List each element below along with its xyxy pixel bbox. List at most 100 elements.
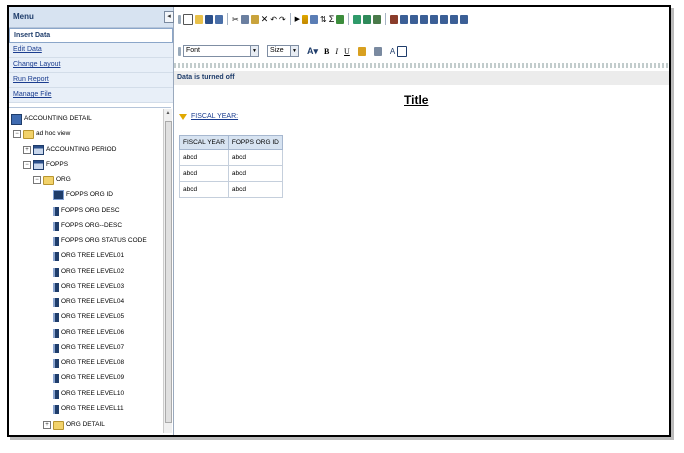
tree-node-org-detail[interactable]: + ORG DETAIL: [43, 418, 105, 432]
filter-label[interactable]: FISCAL YEAR:: [191, 113, 238, 120]
paste-icon[interactable]: [250, 14, 259, 24]
bold-button[interactable]: B: [324, 47, 329, 56]
tree-field[interactable]: FOPPS ORG ID: [53, 188, 113, 202]
condition-icon[interactable]: [310, 14, 319, 24]
fill-color-icon[interactable]: [357, 46, 366, 56]
expand-icon[interactable]: +: [43, 421, 51, 429]
scrollbar-thumb[interactable]: [165, 121, 172, 423]
left-panel: Menu ◂ Insert Data Edit Data Change Layo…: [9, 7, 174, 435]
field-icon: [53, 236, 59, 246]
tree-node-view[interactable]: − ad hoc view: [13, 127, 70, 141]
field-icon: [53, 251, 59, 261]
group-icon[interactable]: [353, 14, 362, 24]
table-icon: [33, 145, 44, 155]
tree-field[interactable]: ORG TREE LEVEL10: [53, 387, 124, 401]
align-icon[interactable]: A: [390, 47, 395, 56]
grid-icon[interactable]: [440, 14, 449, 24]
tree-node-accounting-period[interactable]: + ACCOUNTING PERIOD: [23, 143, 116, 157]
scroll-up-icon[interactable]: ▲: [164, 109, 172, 117]
column-header[interactable]: FOPPS ORG ID: [227, 135, 283, 150]
font-color-icon[interactable]: A▾: [307, 46, 318, 56]
save-as-icon[interactable]: [215, 14, 223, 24]
save-icon[interactable]: [205, 14, 213, 24]
table-cell: abcd: [179, 149, 229, 166]
tree-field[interactable]: FOPPS ORG--DESC: [53, 219, 122, 233]
tree-root-label: ACCOUNTING DETAIL: [24, 115, 92, 122]
status-bar: Data is turned off: [174, 71, 669, 85]
table-cell: abcd: [227, 149, 283, 166]
cut-icon[interactable]: ✂: [232, 15, 239, 24]
collapse-icon[interactable]: −: [33, 176, 41, 184]
tree-node-org[interactable]: − ORG: [33, 173, 71, 187]
copy-icon[interactable]: [240, 14, 249, 24]
undo-icon[interactable]: ↶: [270, 15, 277, 24]
menu-item-run-report[interactable]: Run Report: [9, 73, 173, 88]
tree-node-label: ORG: [56, 176, 71, 183]
tree-field[interactable]: ORG TREE LEVEL05: [53, 310, 124, 324]
chart-icon[interactable]: [390, 14, 399, 24]
tree-field[interactable]: FOPPS ORG STATUS CODE: [53, 234, 147, 248]
tree-field[interactable]: ORG TREE LEVEL06: [53, 326, 124, 340]
table-cell: abcd: [179, 181, 229, 198]
tree-field[interactable]: ORG TREE LEVEL08: [53, 356, 124, 370]
footer-icon[interactable]: [430, 14, 439, 24]
tree-field-label: FOPPS ORG DESC: [61, 207, 120, 214]
ungroup-icon[interactable]: [363, 14, 372, 24]
tree-node-label: ORG DETAIL: [66, 421, 105, 428]
font-select-value: Font: [186, 47, 201, 54]
table-icon: [33, 160, 44, 170]
delete-icon[interactable]: ✕: [261, 14, 269, 24]
drill-icon[interactable]: [460, 14, 469, 24]
tree-field-label: ORG TREE LEVEL08: [61, 359, 125, 366]
layout-icon[interactable]: [400, 14, 409, 24]
tree-scrollbar[interactable]: ▲: [163, 109, 172, 433]
field-icon: [53, 282, 59, 292]
underline-button[interactable]: U: [344, 47, 350, 56]
separator: [289, 13, 291, 25]
column-header[interactable]: FISCAL YEAR: [179, 135, 229, 150]
menu-header: Menu: [9, 7, 173, 28]
tree-node-fopps[interactable]: − FOPPS: [23, 158, 68, 172]
new-icon[interactable]: [183, 13, 193, 25]
header-icon[interactable]: [420, 14, 429, 24]
expand-icon[interactable]: +: [23, 146, 31, 154]
tree-field[interactable]: ORG TREE LEVEL01: [53, 249, 124, 263]
collapse-icon[interactable]: −: [23, 161, 31, 169]
tree-field-label: ORG TREE LEVEL07: [61, 344, 125, 351]
run-icon[interactable]: ▶: [295, 15, 300, 24]
border-icon[interactable]: [373, 46, 382, 56]
menu-item-edit-data[interactable]: Edit Data: [9, 43, 173, 58]
menu-item-manage-file[interactable]: Manage File: [9, 88, 173, 103]
tree-field[interactable]: ORG TREE LEVEL09: [53, 371, 124, 385]
filter-icon[interactable]: [302, 14, 309, 24]
menu-item-insert-data[interactable]: Insert Data: [9, 28, 173, 43]
italic-button[interactable]: I: [335, 47, 338, 56]
menu-item-change-layout[interactable]: Change Layout: [9, 58, 173, 73]
collapse-panel-button[interactable]: ◂: [164, 11, 174, 23]
calculation-icon[interactable]: [336, 14, 345, 24]
subtotal-icon[interactable]: [373, 14, 382, 24]
open-icon[interactable]: [195, 14, 203, 24]
tree-field[interactable]: ORG TREE LEVEL07: [53, 341, 124, 355]
font-select[interactable]: Font ▼: [183, 45, 259, 57]
dropdown-arrow-icon[interactable]: ▼: [250, 46, 258, 56]
redo-icon[interactable]: ↷: [279, 15, 286, 24]
report-title[interactable]: Title: [404, 93, 428, 107]
tree-field[interactable]: FOPPS ORG DESC: [53, 204, 120, 218]
page-setup-icon[interactable]: [410, 14, 419, 24]
sort-icon[interactable]: ⇅: [320, 15, 327, 24]
dropdown-arrow-icon[interactable]: ▼: [290, 46, 298, 56]
tree-field[interactable]: ORG TREE LEVEL03: [53, 280, 124, 294]
tree-field[interactable]: ORG TREE LEVEL02: [53, 265, 124, 279]
sum-icon[interactable]: Σ: [329, 14, 335, 24]
tree-field[interactable]: ORG TREE LEVEL04: [53, 295, 124, 309]
collapse-icon[interactable]: −: [13, 130, 21, 138]
tree-node-label: ad hoc view: [36, 130, 71, 137]
tree-root[interactable]: ACCOUNTING DETAIL: [11, 112, 92, 126]
table-format-icon[interactable]: [397, 45, 408, 57]
tree-field[interactable]: ORG TREE LEVEL11: [53, 402, 124, 416]
filter-link[interactable]: FISCAL YEAR:: [179, 113, 238, 120]
size-select[interactable]: Size ▼: [267, 45, 299, 57]
pivot-icon[interactable]: [450, 14, 459, 24]
tree-node-label: FOPPS: [46, 161, 69, 168]
